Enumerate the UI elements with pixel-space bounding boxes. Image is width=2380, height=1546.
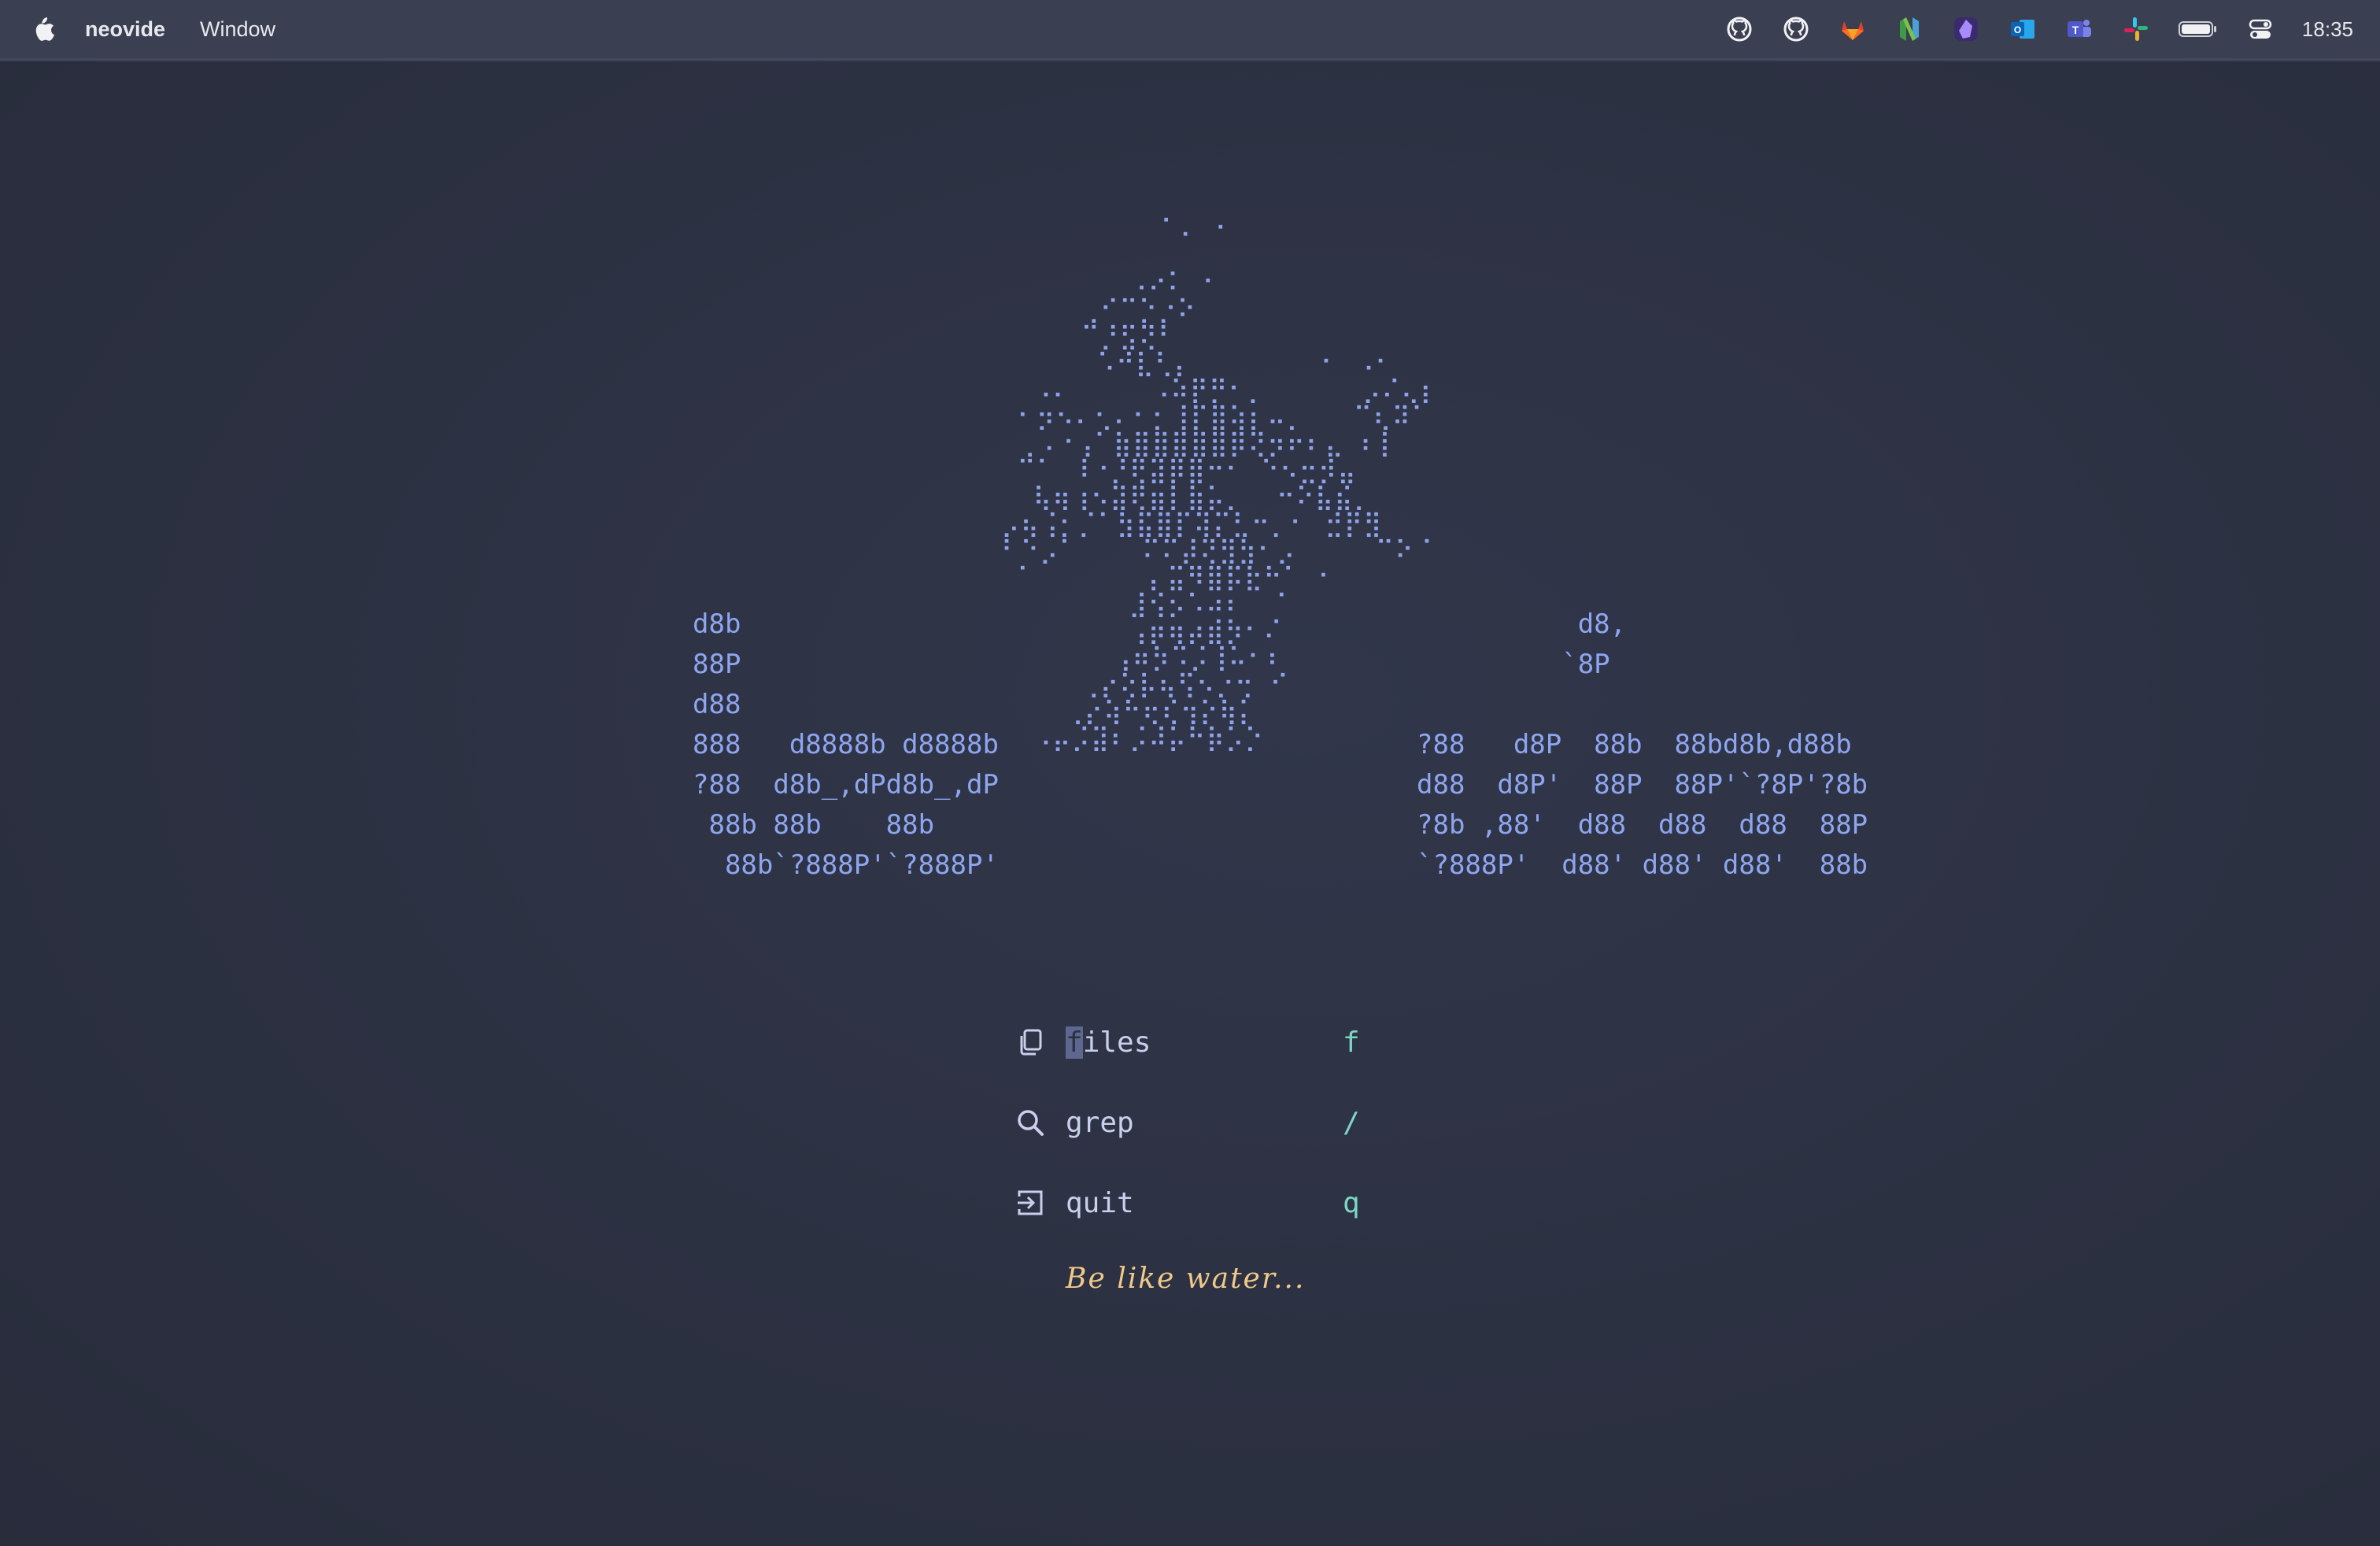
dashboard-item-label-files: iles xyxy=(1082,1026,1151,1059)
obsidian-icon[interactable] xyxy=(1951,14,1981,44)
logo-left: d8b 88P d88 888 d8888b d8888b ?88 d8b_,d… xyxy=(693,608,999,881)
screen: neovide Window O T 18:35 ⠁⠄ ⠂ ⠠⠔⠅ ⠂ ⢀⠊⠉⡑… xyxy=(0,0,2380,1546)
status-tray: O T 18:35 xyxy=(1724,14,2353,44)
dashboard-item-files[interactable]: f iles f xyxy=(1015,1019,1362,1066)
logo-right: d8, `8P ?88 d8P 88b 88bd8b,d88b d88 d8P'… xyxy=(1417,608,1868,881)
control-center-icon[interactable] xyxy=(2245,14,2275,44)
neovim-icon[interactable] xyxy=(1894,14,1924,44)
gitlab-icon[interactable] xyxy=(1838,14,1868,44)
dashboard-item-label-quit: quit xyxy=(1066,1186,1134,1219)
app-name[interactable]: neovide xyxy=(85,17,165,42)
slack-icon[interactable] xyxy=(2121,14,2151,44)
outlook-icon[interactable]: O xyxy=(2008,14,2038,44)
svg-text:T: T xyxy=(2072,24,2079,36)
menubar: neovide Window O T 18:35 xyxy=(0,0,2380,60)
apple-icon[interactable] xyxy=(30,15,55,43)
exit-icon xyxy=(1015,1188,1045,1218)
github-icon[interactable] xyxy=(1724,14,1754,44)
svg-text:O: O xyxy=(2014,24,2021,35)
search-icon xyxy=(1015,1108,1045,1137)
dashboard-key-quit: q xyxy=(1343,1186,1360,1219)
footer-quote: Be like water... xyxy=(1066,1263,1306,1295)
dashboard-item-grep[interactable]: grep / xyxy=(1015,1099,1362,1146)
cursor: f xyxy=(1066,1026,1083,1059)
dashboard-item-quit[interactable]: quit q xyxy=(1015,1179,1362,1226)
ascii-figure: ⠁⠄ ⠂ ⠠⠔⠅ ⠂ ⢀⠊⠉⡑⡐⠕ ⠉⡘⣫⢝⠃ ⠡⠚⣇⢃⡄ ⠂ ⠠⠂ ⠠⠄ ⠠⠵… xyxy=(1001,214,1439,753)
dashboard-item-label-grep: grep xyxy=(1066,1106,1134,1139)
dashboard-key-grep: / xyxy=(1343,1106,1360,1139)
dashboard-key-files: f xyxy=(1343,1026,1360,1059)
menu-item-window[interactable]: Window xyxy=(200,17,275,42)
neovide-window[interactable]: ⠁⠄ ⠂ ⠠⠔⠅ ⠂ ⢀⠊⠉⡑⡐⠕ ⠉⡘⣫⢝⠃ ⠡⠚⣇⢃⡄ ⠂ ⠠⠂ ⠠⠄ ⠠⠵… xyxy=(0,60,2380,1546)
battery-icon[interactable] xyxy=(2178,14,2219,44)
teams-icon[interactable]: T xyxy=(2064,14,2094,44)
clock[interactable]: 18:35 xyxy=(2302,17,2353,42)
copy-icon xyxy=(1015,1027,1045,1057)
github-desktop-icon[interactable] xyxy=(1781,14,1811,44)
